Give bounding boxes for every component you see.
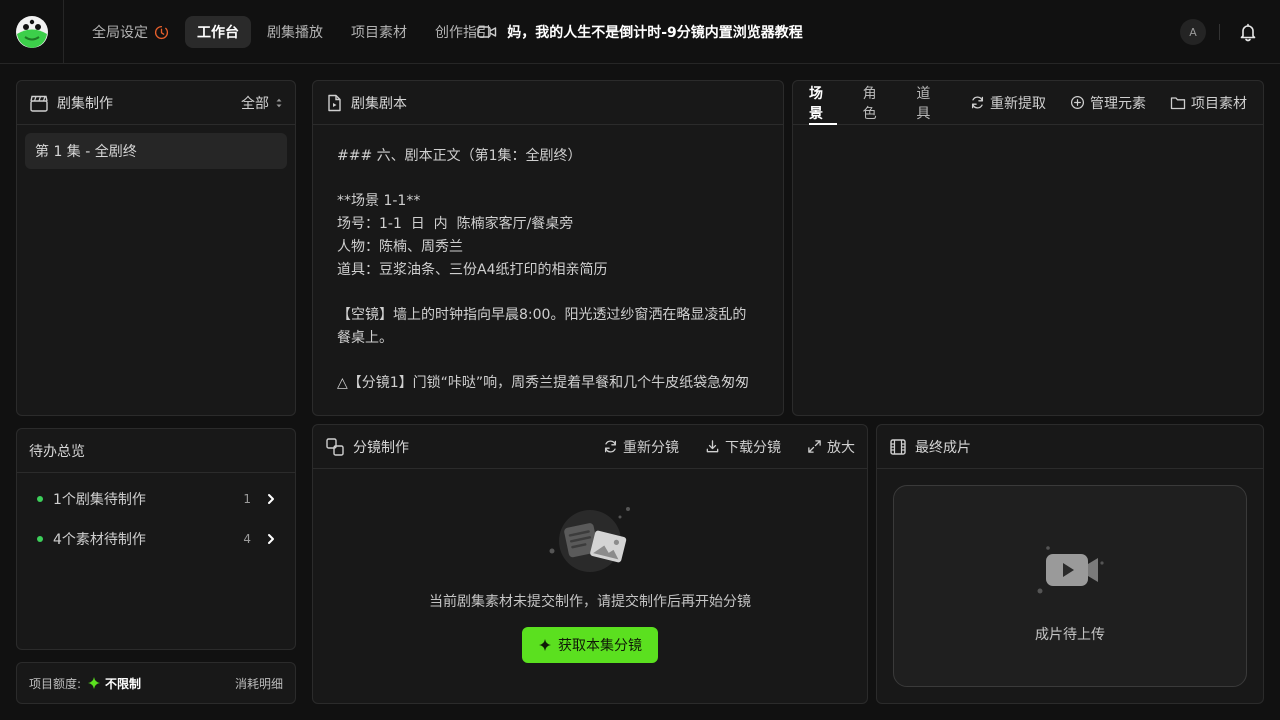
todo-count: 1 (243, 492, 251, 506)
empty-images-illustration (549, 507, 630, 572)
nav-creation-guide[interactable]: 创作指引 (423, 16, 503, 48)
panel-title: 待办总览 (29, 443, 85, 460)
divider (1219, 24, 1220, 40)
tab-props[interactable]: 道具 (916, 81, 944, 124)
upload-placeholder-text: 成片待上传 (1035, 627, 1105, 643)
project-assets-button[interactable]: 项目素材 (1170, 93, 1247, 113)
zoom-button[interactable]: 放大 (807, 437, 855, 457)
status-dot (37, 536, 43, 542)
expand-icon (808, 440, 821, 453)
quota-panel: 项目额度: 不限制 消耗明细 (16, 662, 296, 704)
tab-scenes[interactable]: 场景 (809, 81, 837, 125)
nav-project-assets[interactable]: 项目素材 (339, 16, 419, 48)
nav-label: 项目素材 (351, 25, 407, 41)
todo-item-assets[interactable]: 4个素材待制作 4 (17, 519, 295, 559)
sort-arrows-icon (276, 98, 282, 107)
episodes-panel: 剧集制作 全部 第 1 集 - 全剧终 (16, 80, 296, 416)
storyboard-panel: 分镜制作 重新分镜 下载分镜 放大 当前剧集素材未提交制作，请提交制作后再开始分… (312, 424, 868, 704)
storyboard-icon (326, 437, 344, 456)
button-label: 获取本集分镜 (558, 638, 642, 654)
tab-label: 角色 (862, 85, 877, 122)
panel-header: 分镜制作 重新分镜 下载分镜 放大 (313, 425, 867, 469)
final-cut-panel: 最终成片 成片待上传 (876, 424, 1264, 704)
panel-header: 最终成片 (877, 425, 1263, 469)
nav-label: 创作指引 (435, 25, 491, 41)
nav-label: 全局设定 (92, 25, 148, 41)
panel-header: 剧集制作 全部 (17, 81, 295, 125)
action-label: 管理元素 (1090, 95, 1147, 112)
regenerate-storyboard-button[interactable]: 重新分镜 (603, 437, 679, 457)
quota-label: 项目额度: (29, 676, 82, 691)
sparkle-icon (539, 639, 551, 651)
episode-label: 第 1 集 - 全剧终 (35, 144, 137, 160)
empty-state-message: 当前剧集素材未提交制作，请提交制作后再开始分镜 (429, 594, 751, 610)
refresh-icon (971, 96, 984, 109)
nav-label: 剧集播放 (267, 25, 323, 41)
chevron-right-icon (268, 534, 274, 544)
nav-workbench[interactable]: 工作台 (185, 16, 251, 48)
notification-button[interactable] (1237, 21, 1259, 43)
todo-panel: 待办总览 1个剧集待制作 1 4个素材待制作 4 (16, 428, 296, 650)
storyboard-empty-state: 当前剧集素材未提交制作，请提交制作后再开始分镜 获取本集分镜 (313, 469, 867, 703)
action-label: 放大 (827, 439, 855, 456)
video-camera-icon (1037, 546, 1104, 594)
action-label: 重新分镜 (623, 439, 679, 456)
action-label: 下载分镜 (725, 439, 781, 456)
panel-title: 剧集制作 (57, 95, 113, 112)
re-extract-button[interactable]: 重新提取 (970, 93, 1046, 113)
get-storyboard-button[interactable]: 获取本集分镜 (522, 627, 658, 663)
nav-episode-playback[interactable]: 剧集播放 (255, 16, 335, 48)
script-content[interactable]: ### 六、剧本正文（第1集：全剧终） **场景 1-1** 场号：1-1 日 … (313, 125, 783, 415)
usage-detail-link[interactable]: 消耗明细 (235, 675, 283, 692)
todo-label: 4个素材待制作 (53, 532, 146, 548)
panel-title: 剧集剧本 (351, 95, 407, 112)
episode-filter-select[interactable]: 全部 (241, 93, 283, 113)
top-bar: 全局设定 工作台 剧集播放 项目素材 创作指引 妈，我的人生不是倒计时-9分镜内… (0, 0, 1280, 64)
nav-label: 工作台 (197, 25, 239, 41)
todo-item-episodes[interactable]: 1个剧集待制作 1 (17, 479, 295, 519)
final-video-upload-area[interactable]: 成片待上传 (893, 485, 1247, 687)
tab-label: 场景 (809, 85, 823, 122)
app-logo[interactable] (0, 0, 64, 64)
project-title-text: 妈，我的人生不是倒计时-9分镜内置浏览器教程 (507, 25, 803, 41)
panel-title: 分镜制作 (353, 439, 409, 456)
manage-elements-button[interactable]: 管理元素 (1070, 93, 1146, 113)
filter-value: 全部 (241, 95, 269, 112)
clock-icon (154, 25, 169, 39)
nav-global-settings[interactable]: 全局设定 (80, 16, 181, 48)
main-nav: 全局设定 工作台 剧集播放 项目素材 创作指引 (80, 16, 503, 48)
tab-label: 道具 (916, 85, 931, 122)
refresh-icon (604, 440, 617, 453)
tab-characters[interactable]: 角色 (863, 81, 891, 124)
avatar[interactable]: A (1180, 19, 1206, 45)
download-storyboard-button[interactable]: 下载分镜 (705, 437, 781, 457)
plus-circle-icon (1070, 95, 1085, 110)
status-dot (37, 496, 43, 502)
element-actions: 重新提取 管理元素 项目素材 (970, 81, 1247, 124)
clapperboard-icon (30, 95, 48, 112)
action-label: 重新提取 (990, 95, 1047, 112)
panel-header: 剧集剧本 (313, 81, 783, 125)
panel-header: 待办总览 (17, 429, 295, 473)
panel-title: 最终成片 (915, 439, 971, 456)
download-icon (706, 440, 719, 453)
quota-value: 不限制 (105, 676, 142, 691)
element-tabs: 场景 角色 道具 重新提取 管理元素 项目素材 (793, 81, 1263, 125)
sparkle-icon (88, 677, 101, 689)
todo-count: 4 (243, 532, 251, 546)
logo-icon (15, 16, 48, 48)
film-icon (890, 438, 906, 455)
episode-list-item[interactable]: 第 1 集 - 全剧终 (25, 133, 287, 169)
chevron-right-icon (268, 494, 274, 504)
script-file-icon (328, 94, 341, 111)
action-label: 项目素材 (1191, 95, 1248, 112)
script-panel: 剧集剧本 ### 六、剧本正文（第1集：全剧终） **场景 1-1** 场号：1… (312, 80, 784, 416)
elements-panel: 场景 角色 道具 重新提取 管理元素 项目素材 (792, 80, 1264, 416)
folder-icon (1170, 96, 1186, 109)
bell-icon (1240, 23, 1256, 42)
todo-label: 1个剧集待制作 (53, 492, 146, 508)
